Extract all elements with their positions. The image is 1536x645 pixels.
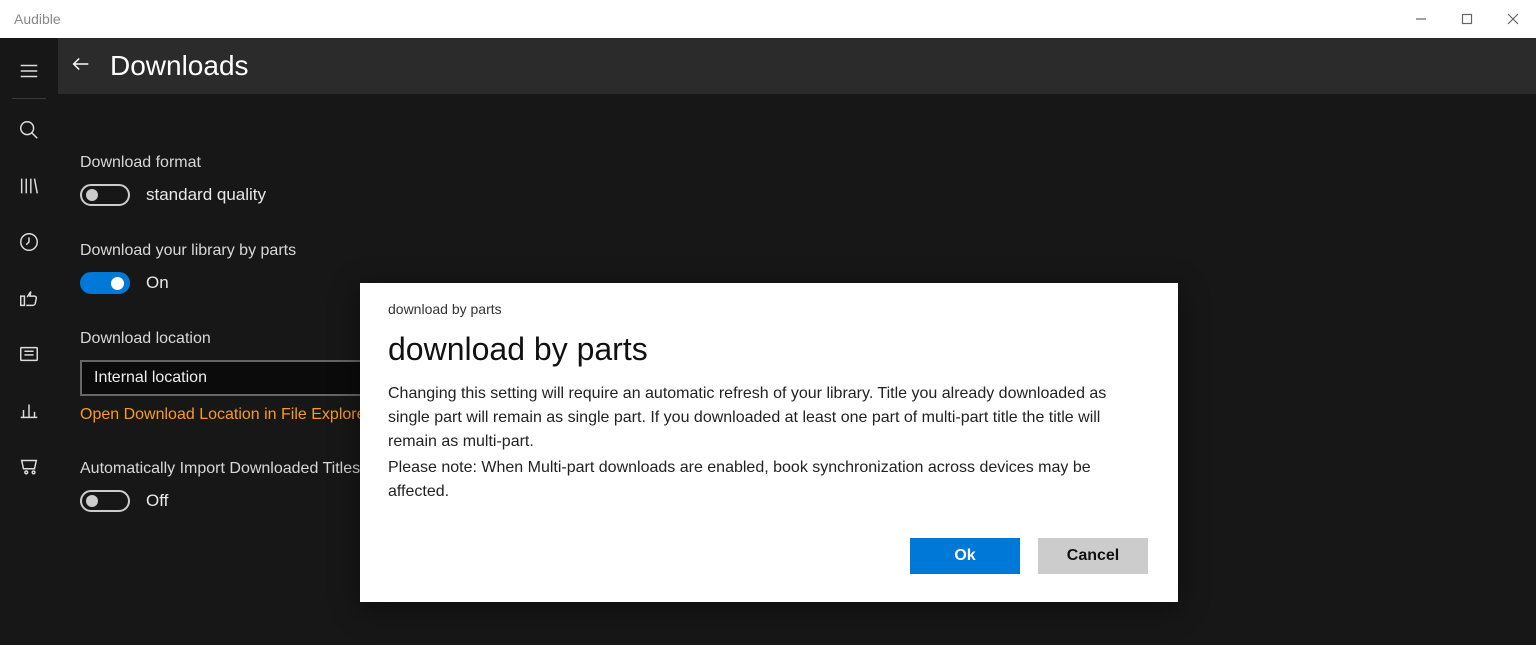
sidebar-search[interactable] [8,109,50,151]
dialog-caption: download by parts [388,301,1148,317]
clock-icon [18,231,40,253]
window-titlebar: Audible [0,0,1536,38]
hamburger-icon [18,60,40,82]
download-format-section: Download format standard quality [80,154,1536,206]
sidebar-divider [12,98,46,99]
library-icon [18,175,40,197]
dialog-body-1: Changing this setting will require an au… [388,382,1148,454]
hamburger-menu-button[interactable] [8,50,50,92]
window-controls [1398,0,1536,38]
download-by-parts-label: Download your library by parts [80,242,1536,260]
download-by-parts-value: On [146,273,169,293]
bar-chart-icon [18,399,40,421]
dialog-title: download by parts [388,331,1148,368]
download-format-toggle[interactable] [80,184,130,206]
back-button[interactable] [70,53,92,80]
sidebar [0,38,58,645]
maximize-icon [1461,13,1473,25]
auto-import-value: Off [146,491,168,511]
window-close-button[interactable] [1490,0,1536,38]
close-icon [1507,13,1519,25]
page-title: Downloads [110,50,249,82]
back-arrow-icon [70,53,92,75]
dialog-buttons: Ok Cancel [388,538,1148,574]
cancel-button[interactable]: Cancel [1038,538,1148,574]
cart-icon [18,455,40,477]
ok-button[interactable]: Ok [910,538,1020,574]
thumbs-up-icon [18,287,40,309]
sidebar-news[interactable] [8,333,50,375]
download-location-value: Internal location [94,369,207,387]
download-by-parts-dialog: download by parts download by parts Chan… [360,283,1178,602]
sidebar-clock[interactable] [8,221,50,263]
window-title: Audible [14,11,61,27]
search-icon [18,119,40,141]
download-format-label: Download format [80,154,1536,172]
page-header: Downloads [58,38,1536,94]
app-body: Downloads Download format standard quali… [0,38,1536,645]
window-maximize-button[interactable] [1444,0,1490,38]
auto-import-toggle[interactable] [80,490,130,512]
window-minimize-button[interactable] [1398,0,1444,38]
download-by-parts-toggle[interactable] [80,272,130,294]
sidebar-stats[interactable] [8,389,50,431]
dialog-body-2: Please note: When Multi-part downloads a… [388,456,1148,504]
minimize-icon [1415,13,1427,25]
download-format-value: standard quality [146,185,266,205]
sidebar-library[interactable] [8,165,50,207]
news-icon [18,343,40,365]
sidebar-recommend[interactable] [8,277,50,319]
sidebar-cart[interactable] [8,445,50,487]
